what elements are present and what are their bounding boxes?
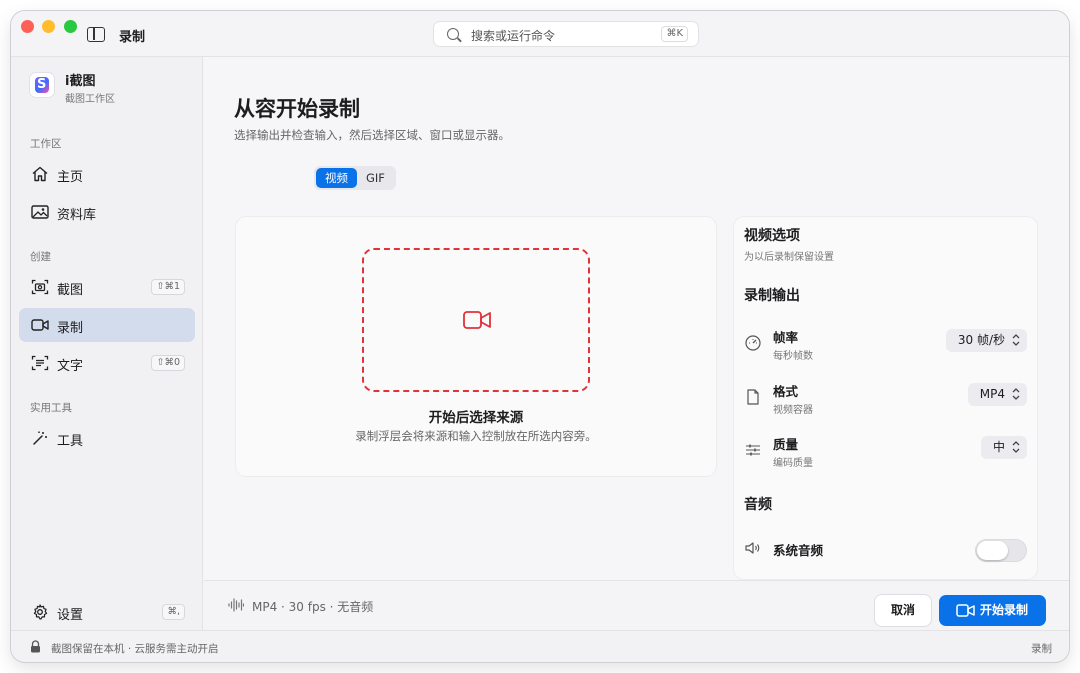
- system-audio-toggle[interactable]: [975, 539, 1027, 562]
- mode-segmented-control: 视频 GIF: [314, 166, 396, 190]
- option-label: 系统音频: [773, 543, 824, 558]
- video-options-panel: 视频选项 为以后录制保留设置 录制输出 帧率 每秒帧数 30 帧/秒 格式 视频…: [734, 217, 1037, 579]
- sidebar-item-label: 录制: [57, 321, 84, 336]
- chevron-updown-icon: [1012, 334, 1020, 346]
- gear-icon: [33, 604, 48, 620]
- sidebar: i截图 截图工作区 工作区 主页 资料库 创建 截图 ⇧⌘: [11, 57, 203, 630]
- chevron-updown-icon: [1012, 441, 1020, 453]
- option-row-format: 格式 视频容器 MP4: [734, 377, 1037, 421]
- option-row-quality: 质量 编码质量 中: [734, 430, 1037, 474]
- sidebar-item-record[interactable]: 录制: [19, 308, 195, 342]
- option-row-system-audio: 系统音频: [734, 535, 1037, 579]
- workspace-subtitle: 截图工作区: [65, 94, 115, 105]
- section-label-create: 创建: [30, 251, 51, 263]
- search-placeholder: 搜索或运行命令: [471, 29, 556, 43]
- option-label: 格式: [773, 384, 799, 399]
- chevron-updown-icon: [1012, 388, 1020, 400]
- title-bar: 录制 搜索或运行命令 ⌘K: [11, 11, 1069, 57]
- options-title: 视频选项: [744, 228, 800, 244]
- recording-summary: MP4 · 30 fps · 无音频: [252, 600, 374, 614]
- text-scan-icon: [31, 355, 49, 371]
- select-value: 中: [992, 440, 1005, 454]
- sidebar-item-label: 截图: [57, 283, 84, 298]
- home-icon: [32, 166, 48, 182]
- sidebar-item-label: 文字: [57, 359, 84, 374]
- start-recording-label: 开始录制: [980, 603, 1029, 617]
- page-title: 从容开始录制: [234, 97, 360, 121]
- search-shortcut-badge: ⌘K: [661, 26, 688, 42]
- main-content: 从容开始录制 选择输出并检查输入，然后选择区域、窗口或显示器。 视频 GIF 开…: [204, 57, 1069, 630]
- sidebar-item-screenshot[interactable]: 截图 ⇧⌘1: [19, 270, 195, 304]
- toggle-knob: [977, 541, 1008, 560]
- shortcut-badge: ⇧⌘1: [151, 279, 185, 295]
- sidebar-item-label: 资料库: [57, 208, 97, 223]
- video-icon: [31, 319, 49, 331]
- sidebar-toggle-icon[interactable]: [87, 27, 105, 42]
- sidebar-item-label: 设置: [57, 608, 84, 623]
- source-card: 开始后选择来源 录制浮层会将来源和输入控制放在所选内容旁。: [236, 217, 716, 476]
- section-label-workspace: 工作区: [30, 138, 62, 150]
- source-card-subtitle: 录制浮层会将来源和输入控制放在所选内容旁。: [355, 429, 597, 443]
- window-title: 录制: [119, 30, 146, 45]
- fps-select[interactable]: 30 帧/秒: [945, 329, 1027, 352]
- source-card-title: 开始后选择来源: [428, 410, 524, 426]
- image-icon: [31, 205, 49, 219]
- app-logo-icon: [30, 73, 54, 97]
- app-window: 录制 搜索或运行命令 ⌘K i截图 截图工作区 工作区 主页 资料库 创建: [11, 11, 1069, 662]
- option-row-fps: 帧率 每秒帧数 30 帧/秒: [734, 323, 1037, 367]
- waveform-icon: [228, 598, 244, 612]
- option-desc: 每秒帧数: [773, 351, 813, 362]
- sidebar-item-label: 工具: [57, 434, 84, 449]
- action-footer: MP4 · 30 fps · 无音频 取消 开始录制: [204, 580, 1069, 630]
- select-value: 30 帧/秒: [957, 333, 1005, 347]
- current-mode-status: 录制: [1031, 643, 1052, 655]
- command-search[interactable]: 搜索或运行命令 ⌘K: [433, 21, 699, 47]
- format-select[interactable]: MP4: [967, 383, 1027, 406]
- quality-select[interactable]: 中: [980, 436, 1027, 459]
- start-recording-button[interactable]: 开始录制: [939, 595, 1046, 626]
- workspace-name: i截图: [65, 74, 96, 89]
- document-icon: [747, 389, 759, 405]
- speaker-icon: [745, 542, 760, 554]
- camera-icon: [31, 279, 49, 295]
- option-desc: 编码质量: [773, 458, 813, 469]
- cancel-button[interactable]: 取消: [875, 595, 931, 626]
- audio-section-title: 音频: [744, 497, 772, 513]
- gauge-icon: [745, 335, 761, 351]
- video-camera-icon: [463, 311, 491, 329]
- sidebar-item-tools[interactable]: 工具: [19, 421, 195, 455]
- video-icon: [956, 604, 975, 617]
- close-window-button[interactable]: [21, 20, 34, 33]
- shortcut-badge: ⌘,: [162, 604, 185, 620]
- sidebar-item-text[interactable]: 文字 ⇧⌘0: [19, 346, 195, 380]
- shortcut-badge: ⇧⌘0: [151, 355, 185, 371]
- magic-wand-icon: [33, 431, 47, 445]
- minimize-window-button[interactable]: [42, 20, 55, 33]
- search-icon: [447, 28, 459, 40]
- zoom-window-button[interactable]: [64, 20, 77, 33]
- select-value: MP4: [979, 387, 1005, 401]
- sidebar-item-library[interactable]: 资料库: [19, 195, 195, 229]
- source-drop-zone[interactable]: [362, 248, 590, 392]
- option-label: 帧率: [773, 330, 799, 345]
- tab-gif[interactable]: GIF: [357, 168, 394, 188]
- option-desc: 视频容器: [773, 405, 813, 416]
- options-subtitle: 为以后录制保留设置: [744, 252, 834, 263]
- sidebar-item-label: 主页: [57, 170, 84, 185]
- section-label-tools: 实用工具: [30, 402, 72, 414]
- tab-video[interactable]: 视频: [316, 168, 357, 188]
- sliders-icon: [746, 444, 760, 456]
- privacy-status: 截图保留在本机 · 云服务需主动开启: [51, 643, 219, 655]
- sidebar-item-settings[interactable]: 设置 ⌘,: [19, 595, 195, 629]
- sidebar-item-home[interactable]: 主页: [19, 157, 195, 191]
- page-subtitle: 选择输出并检查输入，然后选择区域、窗口或显示器。: [234, 128, 510, 142]
- status-bar: 截图保留在本机 · 云服务需主动开启 录制: [11, 630, 1069, 662]
- lock-icon: [31, 640, 40, 653]
- output-section-title: 录制输出: [744, 288, 800, 304]
- option-label: 质量: [773, 437, 799, 452]
